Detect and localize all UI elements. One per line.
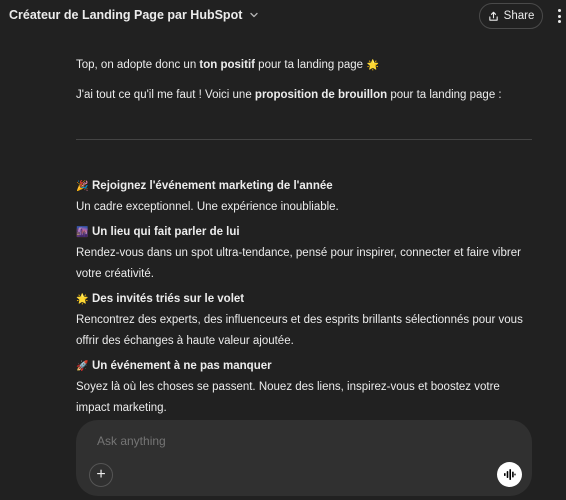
composer: + <box>76 420 532 496</box>
section-body: Rencontrez des experts, des influenceurs… <box>76 314 523 347</box>
model-selector[interactable]: Créateur de Landing Page par HubSpot <box>9 8 260 22</box>
chat-title: Créateur de Landing Page par HubSpot <box>9 8 243 22</box>
section-venue: 🌆 Un lieu qui fait parler de lui Rendez-… <box>76 222 532 285</box>
section-body: Rendez-vous dans un spot ultra-tendance,… <box>76 247 521 280</box>
assistant-message: Top, on adopte donc un ton positif pour … <box>76 55 532 419</box>
star-icon: 🌟 <box>76 294 89 305</box>
section-dont-miss: 🚀 Un événement à ne pas manquer Soyez là… <box>76 356 532 419</box>
divider <box>76 139 532 140</box>
add-attachment-button[interactable]: + <box>89 463 113 487</box>
top-bar: Créateur de Landing Page par HubSpot Sha… <box>0 0 566 34</box>
section-heading: Des invités triés sur le volet <box>92 293 245 305</box>
section-body: Un cadre exceptionnel. Une expérience in… <box>76 201 339 213</box>
plus-icon: + <box>96 466 106 483</box>
section-body: Soyez là où les choses se passent. Nouez… <box>76 381 500 414</box>
more-options-button[interactable] <box>554 6 564 26</box>
share-icon <box>488 11 498 21</box>
section-heading: Un lieu qui fait parler de lui <box>92 226 240 238</box>
draft-intro-line: J'ai tout ce qu'il me faut ! Voici une p… <box>76 89 502 101</box>
share-label: Share <box>503 10 535 22</box>
rocket-icon: 🚀 <box>76 361 89 372</box>
section-heading: Rejoignez l'événement marketing de l'ann… <box>92 180 333 192</box>
share-button[interactable]: Share <box>479 3 543 29</box>
voice-waveform-icon <box>504 469 516 480</box>
section-guests: 🌟 Des invités triés sur le volet Rencont… <box>76 289 532 352</box>
voice-mode-button[interactable] <box>497 462 522 487</box>
star-icon: 🌟 <box>366 60 379 71</box>
intro-line: Top, on adopte donc un ton positif pour … <box>76 55 532 76</box>
section-heading: Un événement à ne pas manquer <box>92 360 272 372</box>
section-event: 🎉 Rejoignez l'événement marketing de l'a… <box>76 176 532 218</box>
city-sunset-icon: 🌆 <box>76 227 89 238</box>
chevron-down-icon <box>250 12 259 18</box>
message-input[interactable] <box>95 433 495 449</box>
more-vertical-icon <box>557 9 561 12</box>
party-popper-icon: 🎉 <box>76 181 89 192</box>
